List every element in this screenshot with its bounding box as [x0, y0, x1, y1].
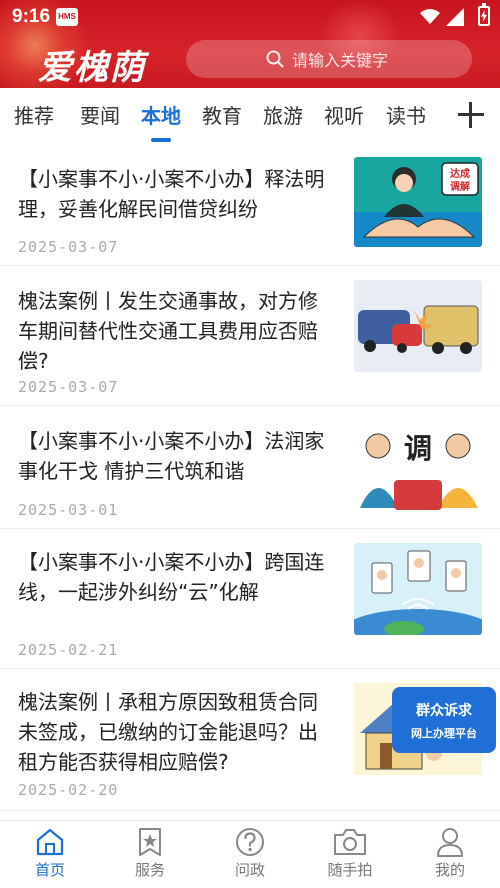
tab-travel[interactable]: 旅游: [263, 100, 303, 136]
news-item[interactable]: 【小案事不小·小案不小办】法润家事化干戈 情护三代筑和谐 2025-03-01 …: [0, 406, 500, 529]
news-date: 2025-03-07: [18, 378, 119, 396]
search-placeholder: 请输入关键字: [292, 51, 389, 70]
channel-tabs: 推荐 要闻 本地 教育 旅游 视听 读书: [0, 88, 500, 144]
nav-inquiry-label: 问政: [234, 861, 265, 879]
news-date: 2025-02-20: [18, 781, 119, 799]
app-logo: 爱槐荫: [38, 48, 146, 88]
news-title: 【小案事不小·小案不小办】释法明理，妥善化解民间借贷纠纷: [18, 167, 325, 221]
tab-headlines[interactable]: 要闻: [80, 100, 120, 136]
news-thumbnail: 调: [354, 418, 482, 512]
hms-badge: HMS: [56, 8, 78, 26]
signal-icon: [446, 8, 464, 26]
news-thumbnail: [354, 280, 482, 372]
search-input[interactable]: 请输入关键字: [186, 40, 472, 78]
news-item[interactable]: 槐法案例丨发生交通事故，对方修车期间替代性交通工具费用应否赔偿? 2025-03…: [0, 266, 500, 406]
user-icon: [437, 828, 463, 857]
app-header: 9:16 HMS 爱槐荫 请输入关键字: [0, 0, 500, 88]
svg-text:调: 调: [404, 432, 432, 465]
add-channel-icon[interactable]: [458, 102, 484, 128]
tab-recommend[interactable]: 推荐: [14, 100, 54, 136]
nav-inquiry[interactable]: 问政: [215, 827, 285, 880]
camera-icon: [334, 829, 366, 855]
news-title: 槐法案例丨发生交通事故，对方修车期间替代性交通工具费用应否赔偿?: [18, 289, 318, 373]
news-title: 【小案事不小·小案不小办】跨国连线，一起涉外纠纷“云”化解: [18, 550, 325, 604]
status-icons: [420, 7, 464, 27]
news-thumbnail: 达成 调解: [354, 157, 482, 247]
news-item[interactable]: 槐法案例丨承租方原因致租赁合同未签成，已缴纳的订金能退吗？出租方能否获得相应赔偿…: [0, 669, 500, 811]
tab-education[interactable]: 教育: [202, 100, 242, 136]
nav-snapshot-label: 随手拍: [327, 861, 373, 879]
home-icon: [36, 828, 64, 856]
wifi-icon: [420, 9, 440, 24]
thumbnail-text: 达成: [450, 167, 470, 180]
nav-services[interactable]: 服务: [115, 827, 185, 880]
nav-home[interactable]: 首页: [15, 827, 85, 880]
search-icon: [266, 50, 284, 68]
thumbnail-text: 调解: [450, 180, 470, 193]
status-time: 9:16: [12, 6, 51, 27]
nav-services-label: 服务: [134, 861, 165, 879]
news-thumbnail: [354, 543, 482, 635]
news-title: 槐法案例丨承租方原因致租赁合同未签成，已缴纳的订金能退吗？出租方能否获得相应赔偿…: [18, 690, 318, 774]
tab-reading[interactable]: 读书: [386, 100, 426, 136]
thumbnail-text: 群众诉求: [415, 702, 473, 719]
news-date: 2025-03-07: [18, 238, 119, 256]
news-date: 2025-02-21: [18, 641, 119, 659]
news-title: 【小案事不小·小案不小办】法润家事化干戈 情护三代筑和谐: [18, 429, 325, 483]
star-bookmark-icon: [139, 828, 161, 856]
status-bar: 9:16 HMS: [0, 0, 500, 34]
news-item[interactable]: 【小案事不小·小案不小办】释法明理，妥善化解民间借贷纠纷 2025-03-07 …: [0, 144, 500, 266]
nav-snapshot[interactable]: 随手拍: [315, 827, 385, 880]
thumbnail-text: 网上办理平台: [411, 726, 477, 740]
tab-local[interactable]: 本地: [141, 100, 181, 136]
nav-profile-label: 我的: [434, 861, 465, 879]
news-item[interactable]: 【小案事不小·小案不小办】跨国连线，一起涉外纠纷“云”化解 2025-02-21: [0, 529, 500, 669]
nav-profile[interactable]: 我的: [415, 827, 485, 880]
tab-audiovisual[interactable]: 视听: [324, 100, 364, 136]
news-date: 2025-03-01: [18, 501, 119, 519]
nav-home-label: 首页: [34, 861, 65, 879]
battery-icon: [478, 3, 490, 26]
bottom-navigation: 首页 服务 问政 随手拍 我的: [0, 820, 500, 888]
question-icon: [236, 828, 264, 856]
news-thumbnail: 群众诉求 网上办理平台: [354, 683, 496, 775]
